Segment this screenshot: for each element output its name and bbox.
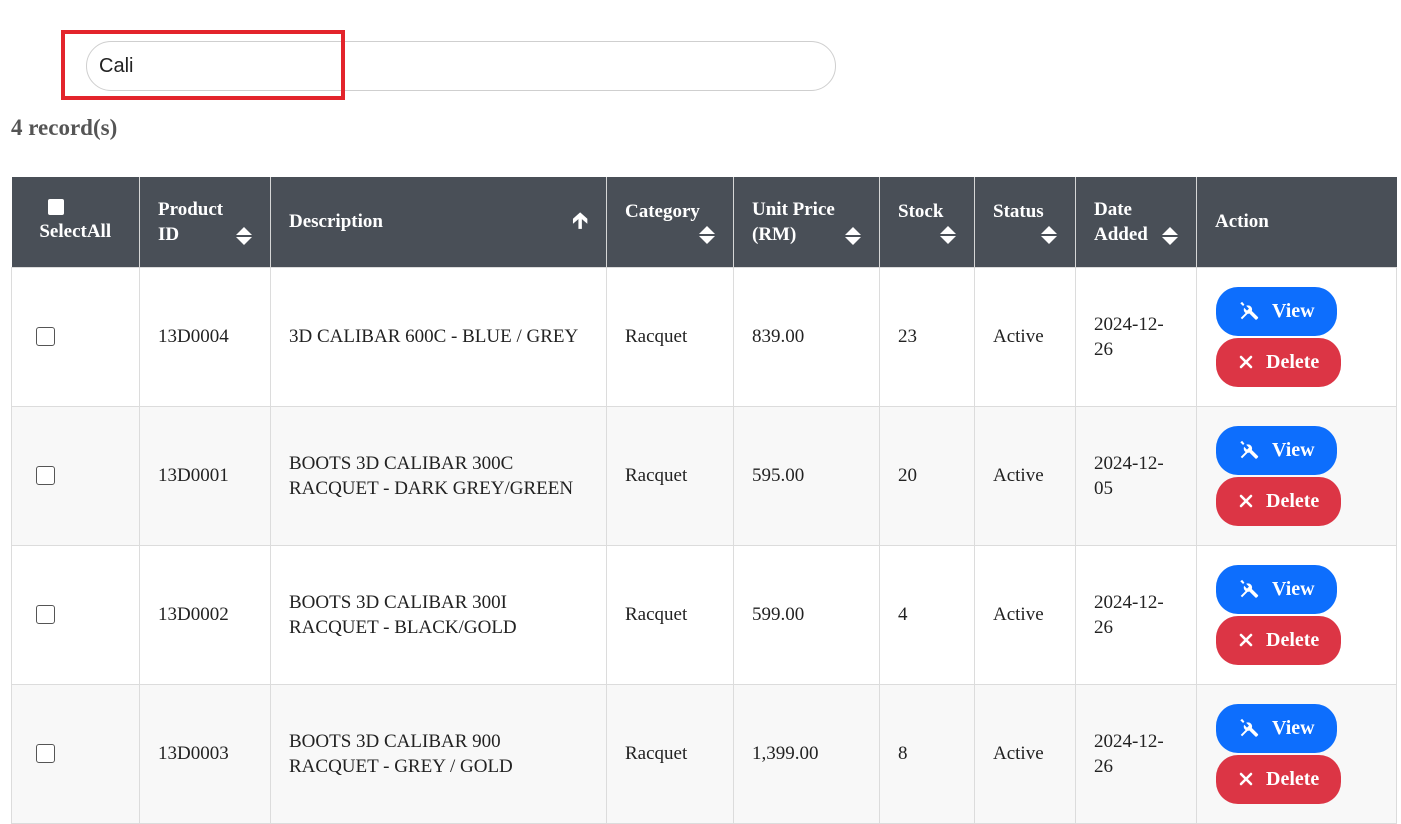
header-category-label: Category <box>625 201 700 223</box>
date-added-cell: 2024-12-05 <box>1075 405 1197 546</box>
category-cell: Racquet <box>606 544 734 685</box>
table-row: 13D0002 BOOTS 3D CALIBAR 300I RACQUET - … <box>11 544 1397 685</box>
row-select-cell <box>11 405 140 546</box>
row-checkbox[interactable] <box>36 327 55 346</box>
search-container <box>86 41 836 91</box>
header-description[interactable]: Description 🡱 <box>270 177 607 267</box>
header-date-added-label: Date Added <box>1094 198 1148 245</box>
category-cell: Racquet <box>606 266 734 407</box>
product-id-cell: 13D0003 <box>139 683 271 824</box>
view-button[interactable]: View <box>1216 425 1337 475</box>
header-unit-price-label: Unit Price (RM) <box>752 198 835 245</box>
view-label: View <box>1272 577 1315 600</box>
category-cell: Racquet <box>606 683 734 824</box>
header-unit-price[interactable]: Unit Price (RM) <box>733 177 880 267</box>
view-button[interactable]: View <box>1216 286 1337 336</box>
status-cell: Active <box>974 544 1076 685</box>
delete-button[interactable]: Delete <box>1216 754 1342 804</box>
tools-icon <box>1240 301 1259 320</box>
view-label: View <box>1272 299 1315 322</box>
header-stock[interactable]: Stock <box>879 177 975 267</box>
delete-button[interactable]: Delete <box>1216 337 1342 387</box>
stock-cell: 20 <box>879 405 975 546</box>
action-cell: View Delete <box>1196 683 1397 824</box>
category-cell: Racquet <box>606 405 734 546</box>
header-product-id[interactable]: Product ID <box>139 177 271 267</box>
date-added-cell: 2024-12-26 <box>1075 683 1197 824</box>
sort-icon[interactable] <box>1041 226 1057 245</box>
row-select-cell <box>11 266 140 407</box>
select-all-label: SelectAll <box>39 221 112 243</box>
view-button[interactable]: View <box>1216 564 1337 614</box>
product-id-cell: 13D0004 <box>139 266 271 407</box>
header-status-label: Status <box>993 201 1044 223</box>
status-cell: Active <box>974 266 1076 407</box>
stock-cell: 8 <box>879 683 975 824</box>
status-cell: Active <box>974 405 1076 546</box>
action-cell: View Delete <box>1196 544 1397 685</box>
sort-icon[interactable] <box>1162 226 1178 245</box>
date-added-cell: 2024-12-26 <box>1075 266 1197 407</box>
stock-cell: 4 <box>879 544 975 685</box>
header-status[interactable]: Status <box>974 177 1076 267</box>
table-header-row: SelectAll Product ID Description 🡱 Categ… <box>11 177 1397 267</box>
view-label: View <box>1272 716 1315 739</box>
description-cell: BOOTS 3D CALIBAR 900 RACQUET - GREY / GO… <box>270 683 607 824</box>
table-row: 13D0003 BOOTS 3D CALIBAR 900 RACQUET - G… <box>11 683 1397 824</box>
product-id-cell: 13D0002 <box>139 544 271 685</box>
arrow-up-icon[interactable]: 🡱 <box>572 210 588 233</box>
delete-button[interactable]: Delete <box>1216 476 1342 526</box>
delete-label: Delete <box>1266 350 1320 373</box>
delete-label: Delete <box>1266 767 1320 790</box>
tools-icon <box>1240 579 1259 598</box>
action-cell: View Delete <box>1196 266 1397 407</box>
tools-icon <box>1240 718 1259 737</box>
row-select-cell <box>11 544 140 685</box>
unit-price-cell: 839.00 <box>733 266 880 407</box>
select-all-checkbox[interactable] <box>47 199 64 216</box>
view-label: View <box>1272 438 1315 461</box>
status-cell: Active <box>974 683 1076 824</box>
header-product-id-label: Product ID <box>158 198 224 245</box>
sort-icon[interactable] <box>845 226 861 245</box>
delete-label: Delete <box>1266 628 1320 651</box>
table-row: 13D0004 3D CALIBAR 600C - BLUE / GREY Ra… <box>11 266 1397 407</box>
products-table: SelectAll Product ID Description 🡱 Categ… <box>11 177 1397 824</box>
view-button[interactable]: View <box>1216 703 1337 753</box>
description-cell: 3D CALIBAR 600C - BLUE / GREY <box>270 266 607 407</box>
record-count: 4 record(s) <box>11 115 118 140</box>
search-input[interactable] <box>86 41 836 91</box>
delete-label: Delete <box>1266 489 1320 512</box>
header-category[interactable]: Category <box>606 177 734 267</box>
row-checkbox[interactable] <box>36 605 55 624</box>
description-cell: BOOTS 3D CALIBAR 300I RACQUET - BLACK/GO… <box>270 544 607 685</box>
x-icon <box>1239 355 1253 369</box>
delete-button[interactable]: Delete <box>1216 615 1342 665</box>
unit-price-cell: 595.00 <box>733 405 880 546</box>
products-table-container: SelectAll Product ID Description 🡱 Categ… <box>11 177 1397 824</box>
row-checkbox[interactable] <box>36 466 55 485</box>
sort-icon[interactable] <box>940 226 956 245</box>
x-icon <box>1239 633 1253 647</box>
row-checkbox[interactable] <box>36 744 55 763</box>
action-cell: View Delete <box>1196 405 1397 546</box>
unit-price-cell: 1,399.00 <box>733 683 880 824</box>
date-added-cell: 2024-12-26 <box>1075 544 1197 685</box>
stock-cell: 23 <box>879 266 975 407</box>
header-date-added[interactable]: Date Added <box>1075 177 1197 267</box>
header-stock-label: Stock <box>898 201 944 223</box>
description-cell: BOOTS 3D CALIBAR 300C RACQUET - DARK GRE… <box>270 405 607 546</box>
header-action: Action <box>1196 177 1397 267</box>
select-all-header[interactable]: SelectAll <box>11 177 140 267</box>
x-icon <box>1239 772 1253 786</box>
product-id-cell: 13D0001 <box>139 405 271 546</box>
sort-icon[interactable] <box>699 226 715 245</box>
sort-icon[interactable] <box>236 226 252 245</box>
row-select-cell <box>11 683 140 824</box>
table-row: 13D0001 BOOTS 3D CALIBAR 300C RACQUET - … <box>11 405 1397 546</box>
unit-price-cell: 599.00 <box>733 544 880 685</box>
tools-icon <box>1240 440 1259 459</box>
x-icon <box>1239 494 1253 508</box>
header-description-label: Description <box>289 211 383 233</box>
